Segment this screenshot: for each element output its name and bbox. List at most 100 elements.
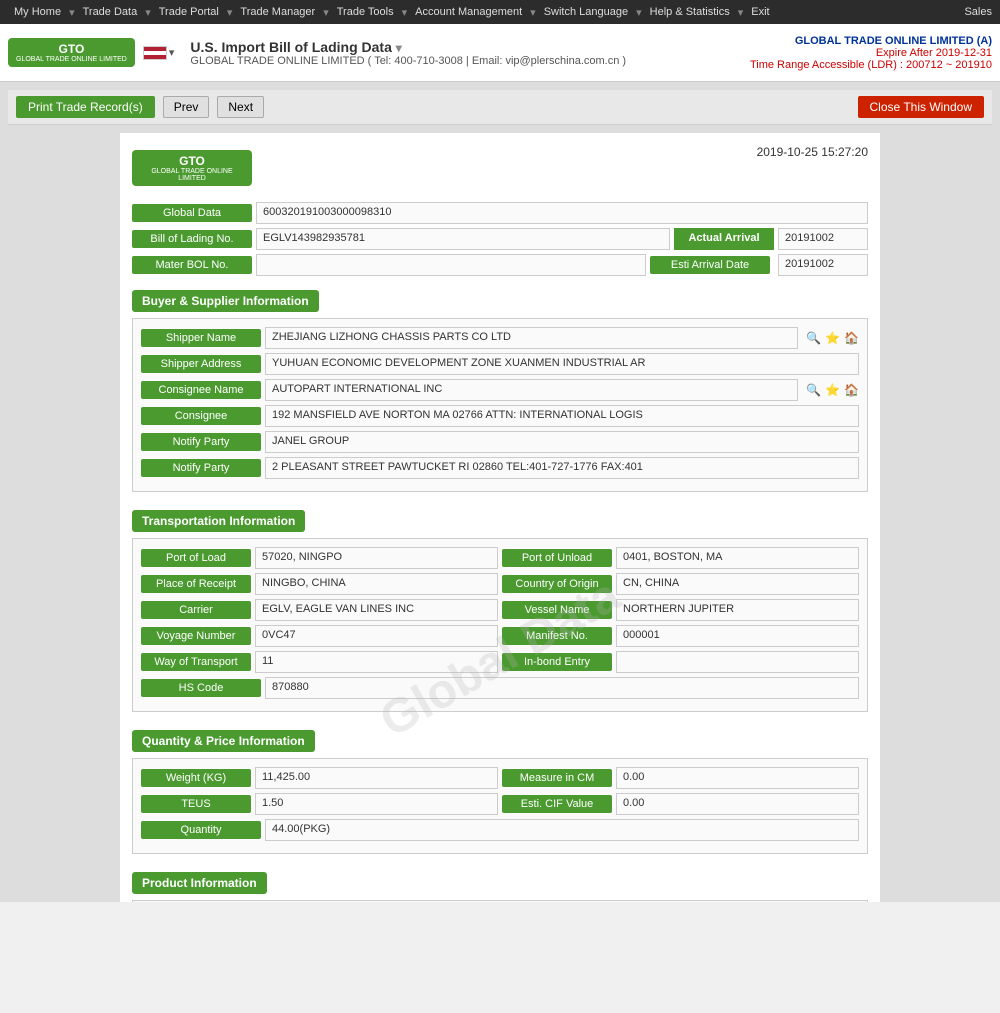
hs-label: HS Code [141, 679, 261, 697]
consignee-star-icon[interactable]: ⭐ [825, 383, 840, 397]
consignee-name-label: Consignee Name [141, 381, 261, 399]
nav-trade-data[interactable]: Trade Data [77, 6, 144, 18]
search-icon[interactable]: 🔍 [806, 331, 821, 345]
nav-items: My Home ▾ Trade Data ▾ Trade Portal ▾ Tr… [8, 6, 776, 19]
esti-arrival-value: 20191002 [778, 254, 868, 276]
doc-header: GTO GLOBAL TRADE ONLINE LIMITED 2019-10-… [132, 145, 868, 190]
place-receipt-col: Place of Receipt NINGBO, CHINA [141, 573, 498, 595]
carrier-label: Carrier [141, 601, 251, 619]
company-name: GLOBAL TRADE ONLINE LIMITED (A) [750, 35, 992, 47]
shipper-addr-label: Shipper Address [141, 355, 261, 373]
expire-date: Expire After 2019-12-31 [750, 47, 992, 59]
consignee-name-value: AUTOPART INTERNATIONAL INC [265, 379, 798, 401]
qty-row-1: Weight (KG) 11,425.00 Measure in CM 0.00 [141, 767, 859, 789]
vessel-value: NORTHERN JUPITER [616, 599, 859, 621]
header-center: U.S. Import Bill of Lading Data ▾ GLOBAL… [182, 39, 750, 67]
cif-label: Esti. CIF Value [502, 795, 612, 813]
port-unload-col: Port of Unload 0401, BOSTON, MA [502, 547, 859, 569]
vessel-label: Vessel Name [502, 601, 612, 619]
transport-section: Port of Load 57020, NINGPO Port of Unloa… [132, 538, 868, 712]
actual-arrival-value: 20191002 [778, 228, 868, 250]
nav-exit[interactable]: Exit [745, 6, 775, 18]
inbond-col: In-bond Entry [502, 651, 859, 673]
notify1-row: Notify Party JANEL GROUP [141, 431, 859, 453]
close-button-top[interactable]: Close This Window [858, 96, 984, 118]
measure-value: 0.00 [616, 767, 859, 789]
shipper-name-row: Shipper Name ZHEJIANG LIZHONG CHASSIS PA… [141, 327, 859, 349]
logo-area: GTO GLOBAL TRADE ONLINE LIMITED [8, 38, 135, 67]
notify2-value: 2 PLEASANT STREET PAWTUCKET RI 02860 TEL… [265, 457, 859, 479]
manifest-col: Manifest No. 000001 [502, 625, 859, 647]
qty-label: Quantity [141, 821, 261, 839]
print-button-top[interactable]: Print Trade Record(s) [16, 96, 155, 118]
qty-row-2: TEUS 1.50 Esti. CIF Value 0.00 [141, 793, 859, 815]
consignee-home-icon[interactable]: 🏠 [844, 383, 859, 397]
doc-wrapper: Global Data GTO GLOBAL TRADE ONLINE LIMI… [132, 145, 868, 902]
home-icon[interactable]: 🏠 [844, 331, 859, 345]
master-bol-label: Mater BOL No. [132, 256, 252, 274]
doc-logo: GTO GLOBAL TRADE ONLINE LIMITED [132, 145, 252, 190]
scroll-area[interactable]: Print Trade Record(s) Prev Next Close Th… [0, 82, 1000, 902]
nav-sales[interactable]: Sales [964, 6, 992, 18]
flag-dropdown[interactable]: ▾ [169, 46, 175, 59]
transport-row-4: Voyage Number 0VC47 Manifest No. 000001 [141, 625, 859, 647]
weight-value: 11,425.00 [255, 767, 498, 789]
transport-mode-label: Way of Transport [141, 653, 251, 671]
quantity-section: Weight (KG) 11,425.00 Measure in CM 0.00… [132, 758, 868, 854]
consignee-value: 192 MANSFIELD AVE NORTON MA 02766 ATTN: … [265, 405, 859, 427]
nav-switch-lang[interactable]: Switch Language [538, 6, 634, 18]
measure-label: Measure in CM [502, 769, 612, 787]
place-receipt-label: Place of Receipt [141, 575, 251, 593]
shipper-addr-row: Shipper Address YUHUAN ECONOMIC DEVELOPM… [141, 353, 859, 375]
main-document: Global Data GTO GLOBAL TRADE ONLINE LIMI… [120, 133, 880, 902]
voyage-label: Voyage Number [141, 627, 251, 645]
cif-col: Esti. CIF Value 0.00 [502, 793, 859, 815]
nav-trade-tools[interactable]: Trade Tools [331, 6, 400, 18]
teus-value: 1.50 [255, 793, 498, 815]
nav-account-mgmt[interactable]: Account Management [409, 6, 528, 18]
voyage-value: 0VC47 [255, 625, 498, 647]
transport-mode-value: 11 [255, 651, 498, 673]
carrier-value: EGLV, EAGLE VAN LINES INC [255, 599, 498, 621]
manifest-label: Manifest No. [502, 627, 612, 645]
nav-trade-manager[interactable]: Trade Manager [234, 6, 321, 18]
transport-mode-col: Way of Transport 11 [141, 651, 498, 673]
hs-value: 870880 [265, 677, 859, 699]
header-bar: GTO GLOBAL TRADE ONLINE LIMITED ▾ U.S. I… [0, 24, 1000, 82]
consignee-row: Consignee 192 MANSFIELD AVE NORTON MA 02… [141, 405, 859, 427]
top-navigation: My Home ▾ Trade Data ▾ Trade Portal ▾ Tr… [0, 0, 1000, 24]
consignee-search-icon[interactable]: 🔍 [806, 383, 821, 397]
port-load-label: Port of Load [141, 549, 251, 567]
consignee-name-row: Consignee Name AUTOPART INTERNATIONAL IN… [141, 379, 859, 401]
notify2-row: Notify Party 2 PLEASANT STREET PAWTUCKET… [141, 457, 859, 479]
bol-value: EGLV143982935781 [256, 228, 670, 250]
next-button-top[interactable]: Next [217, 96, 264, 118]
teus-col: TEUS 1.50 [141, 793, 498, 815]
buyer-supplier-section: Shipper Name ZHEJIANG LIZHONG CHASSIS PA… [132, 318, 868, 492]
nav-trade-portal[interactable]: Trade Portal [153, 6, 225, 18]
master-bol-row: Mater BOL No. Esti Arrival Date 20191002 [132, 254, 868, 276]
star-icon[interactable]: ⭐ [825, 331, 840, 345]
header-right: GLOBAL TRADE ONLINE LIMITED (A) Expire A… [750, 35, 992, 71]
country-origin-col: Country of Origin CN, CHINA [502, 573, 859, 595]
notify1-value: JANEL GROUP [265, 431, 859, 453]
master-bol-value [256, 254, 646, 276]
consignee-label: Consignee [141, 407, 261, 425]
logo: GTO GLOBAL TRADE ONLINE LIMITED [8, 38, 135, 67]
product-header: Product Information [132, 872, 267, 894]
transport-row-5: Way of Transport 11 In-bond Entry [141, 651, 859, 673]
vessel-col: Vessel Name NORTHERN JUPITER [502, 599, 859, 621]
prev-button-top[interactable]: Prev [163, 96, 210, 118]
port-load-value: 57020, NINGPO [255, 547, 498, 569]
nav-help[interactable]: Help & Statistics [644, 6, 736, 18]
measure-col: Measure in CM 0.00 [502, 767, 859, 789]
manifest-value: 000001 [616, 625, 859, 647]
notify2-label: Notify Party [141, 459, 261, 477]
nav-my-home[interactable]: My Home [8, 6, 67, 18]
hs-row: HS Code 870880 [141, 677, 859, 699]
shipper-name-label: Shipper Name [141, 329, 261, 347]
global-data-row: Global Data 600320191003000098310 [132, 202, 868, 224]
us-flag [143, 46, 167, 60]
header-dropdown-icon[interactable]: ▾ [396, 41, 402, 55]
actual-arrival-label[interactable]: Actual Arrival [674, 228, 774, 250]
